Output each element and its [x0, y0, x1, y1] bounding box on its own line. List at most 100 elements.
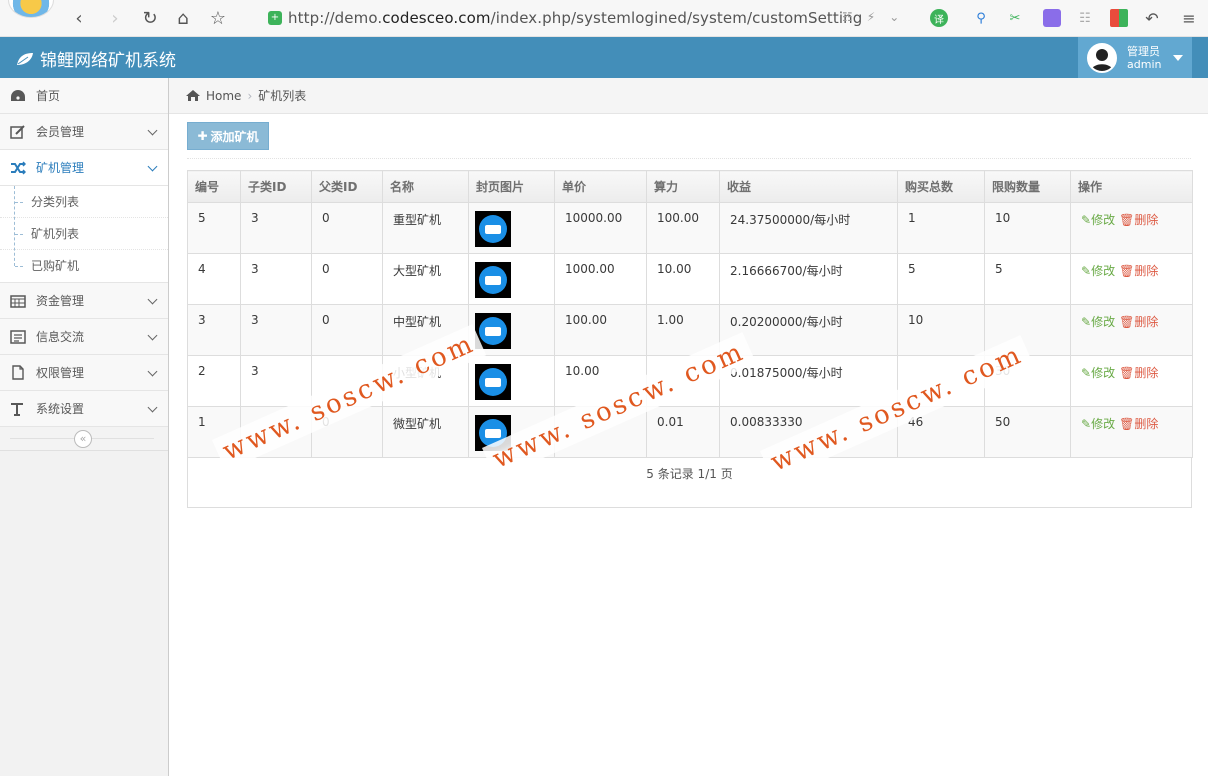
- translate-icon[interactable]: 译: [930, 9, 948, 27]
- sidebar-item-label: 权限管理: [36, 366, 85, 380]
- dashboard-icon: [9, 89, 27, 103]
- edit-button[interactable]: ✎修改: [1081, 366, 1115, 380]
- miner-cover-image: [475, 364, 511, 400]
- qr-icon[interactable]: ☷: [842, 10, 853, 24]
- sidebar-subitem-categories[interactable]: 分类列表: [0, 186, 168, 218]
- bookmark-star-icon[interactable]: ☆: [207, 7, 229, 29]
- col-header-sub-id: 子类ID: [240, 170, 312, 203]
- shuffle-icon: [9, 160, 27, 175]
- miner-cover-image: [475, 211, 511, 247]
- cell-parent-id: 0: [311, 253, 383, 305]
- col-header-cover: 封页图片: [468, 170, 555, 203]
- home-icon: [186, 90, 200, 101]
- double-chevron-left-icon[interactable]: «: [74, 430, 92, 448]
- search-icon[interactable]: ⚲: [972, 9, 990, 27]
- sidebar-item-label: 矿机管理: [36, 161, 85, 175]
- sidebar-collapse-bar: «: [0, 427, 168, 451]
- pagination-info: 5 条记录 1/1 页: [187, 457, 1192, 508]
- sidebar: 首页 会员管理 矿机管理 分类列表 矿机列表 已购矿机 资金管理 信息交流 权限…: [0, 78, 169, 776]
- extension-purple-icon[interactable]: [1043, 9, 1061, 27]
- miner-cover-image: [475, 262, 511, 298]
- cell-actions: ✎修改 🗑︎删除: [1070, 406, 1193, 458]
- cell-total: 1: [897, 202, 985, 254]
- browser-toolbar: ‹ › ↻ ⌂ ☆ + http://demo.codesceo.com/ind…: [0, 0, 1208, 37]
- cell-income: 2.16666700/每小时: [719, 253, 898, 305]
- lightning-icon[interactable]: ⚡: [867, 10, 875, 24]
- sidebar-item-label: 信息交流: [36, 330, 85, 344]
- edit-button[interactable]: ✎修改: [1081, 213, 1115, 227]
- sidebar-item-permissions[interactable]: 权限管理: [0, 355, 168, 391]
- pencil-icon: ✎: [1081, 366, 1092, 380]
- pencil-icon: ✎: [1081, 315, 1092, 329]
- edit-button[interactable]: ✎修改: [1081, 264, 1115, 278]
- delete-button[interactable]: 🗑︎删除: [1119, 213, 1158, 227]
- cell-actions: ✎修改 🗑︎删除: [1070, 202, 1193, 254]
- delete-button[interactable]: 🗑︎删除: [1119, 315, 1158, 329]
- sidebar-item-members[interactable]: 会员管理: [0, 114, 168, 150]
- sidebar-item-label: 系统设置: [36, 402, 85, 416]
- delete-button[interactable]: 🗑︎删除: [1119, 366, 1158, 380]
- trash-icon: 🗑︎: [1119, 366, 1135, 380]
- cell-price: 1000.00: [554, 253, 647, 305]
- cell-name: 重型矿机: [382, 202, 469, 254]
- delete-button[interactable]: 🗑︎删除: [1119, 417, 1158, 431]
- breadcrumb-home[interactable]: Home: [206, 89, 241, 103]
- secure-shield-icon: +: [268, 11, 282, 25]
- sidebar-item-funds[interactable]: 资金管理: [0, 283, 168, 319]
- undo-icon[interactable]: ↶: [1143, 9, 1161, 28]
- cell-power: 100.00: [646, 202, 720, 254]
- cell-price: 10000.00: [554, 202, 647, 254]
- home-icon[interactable]: ⌂: [172, 7, 194, 29]
- brand[interactable]: 锦鲤网络矿机系统: [16, 46, 176, 71]
- reload-icon[interactable]: ↻: [139, 7, 161, 29]
- cell-total: 10: [897, 304, 985, 356]
- col-header-price: 单价: [554, 170, 647, 203]
- cell-sub-id: 3: [240, 253, 312, 305]
- cell-price: 100.00: [554, 304, 647, 356]
- add-miner-button[interactable]: ✚ 添加矿机: [187, 122, 269, 150]
- sidebar-item-home[interactable]: 首页: [0, 78, 168, 114]
- cell-name: 微型矿机: [382, 406, 469, 458]
- edit-label: 修改: [1091, 366, 1116, 380]
- delete-label: 删除: [1134, 315, 1159, 329]
- miners-submenu: 分类列表 矿机列表 已购矿机: [0, 186, 168, 283]
- chevron-down-icon: [147, 366, 158, 377]
- col-header-income: 收益: [719, 170, 898, 203]
- edit-label: 修改: [1091, 264, 1116, 278]
- divider: [187, 158, 1191, 159]
- col-header-limit: 限购数量: [984, 170, 1071, 203]
- forward-icon[interactable]: ›: [104, 7, 126, 29]
- user-menu[interactable]: 管理员 admin: [1078, 37, 1192, 78]
- cell-id: 5: [187, 202, 241, 254]
- trash-icon: 🗑︎: [1119, 264, 1135, 278]
- cell-actions: ✎修改 🗑︎删除: [1070, 253, 1193, 305]
- delete-button[interactable]: 🗑︎删除: [1119, 264, 1158, 278]
- sidebar-item-messages[interactable]: 信息交流: [0, 319, 168, 355]
- chevron-down-icon[interactable]: ⌄: [889, 10, 899, 24]
- cell-limit: 50: [984, 406, 1071, 458]
- trash-icon: 🗑︎: [1119, 315, 1135, 329]
- edit-label: 修改: [1091, 213, 1116, 227]
- chevron-down-icon: [147, 330, 158, 341]
- edit-button[interactable]: ✎修改: [1081, 417, 1115, 431]
- sidebar-subitem-miner-list[interactable]: 矿机列表: [0, 218, 168, 250]
- sidebar-subitem-purchased[interactable]: 已购矿机: [0, 250, 168, 282]
- cell-actions: ✎修改 🗑︎删除: [1070, 304, 1193, 356]
- menu-icon[interactable]: ≡: [1180, 9, 1198, 28]
- screenshot-icon[interactable]: ☷: [1076, 9, 1094, 27]
- edit-button[interactable]: ✎修改: [1081, 315, 1115, 329]
- back-icon[interactable]: ‹: [68, 7, 90, 29]
- breadcrumb-separator-icon: ›: [247, 88, 253, 103]
- sidebar-item-miners[interactable]: 矿机管理: [0, 150, 168, 186]
- cell-parent-id: 0: [311, 202, 383, 254]
- delete-label: 删除: [1134, 213, 1159, 227]
- sidebar-item-settings[interactable]: 系统设置: [0, 391, 168, 427]
- app-header: 锦鲤网络矿机系统 管理员 admin: [0, 37, 1208, 78]
- apps-icon[interactable]: [1110, 9, 1128, 27]
- address-bar[interactable]: + http://demo.codesceo.com/index.php/sys…: [262, 5, 912, 31]
- cell-name: 大型矿机: [382, 253, 469, 305]
- scissors-icon[interactable]: ✂: [1006, 9, 1024, 27]
- cell-sub-id: 3: [240, 202, 312, 254]
- cell-id: 3: [187, 304, 241, 356]
- breadcrumb: Home › 矿机列表: [169, 78, 1208, 114]
